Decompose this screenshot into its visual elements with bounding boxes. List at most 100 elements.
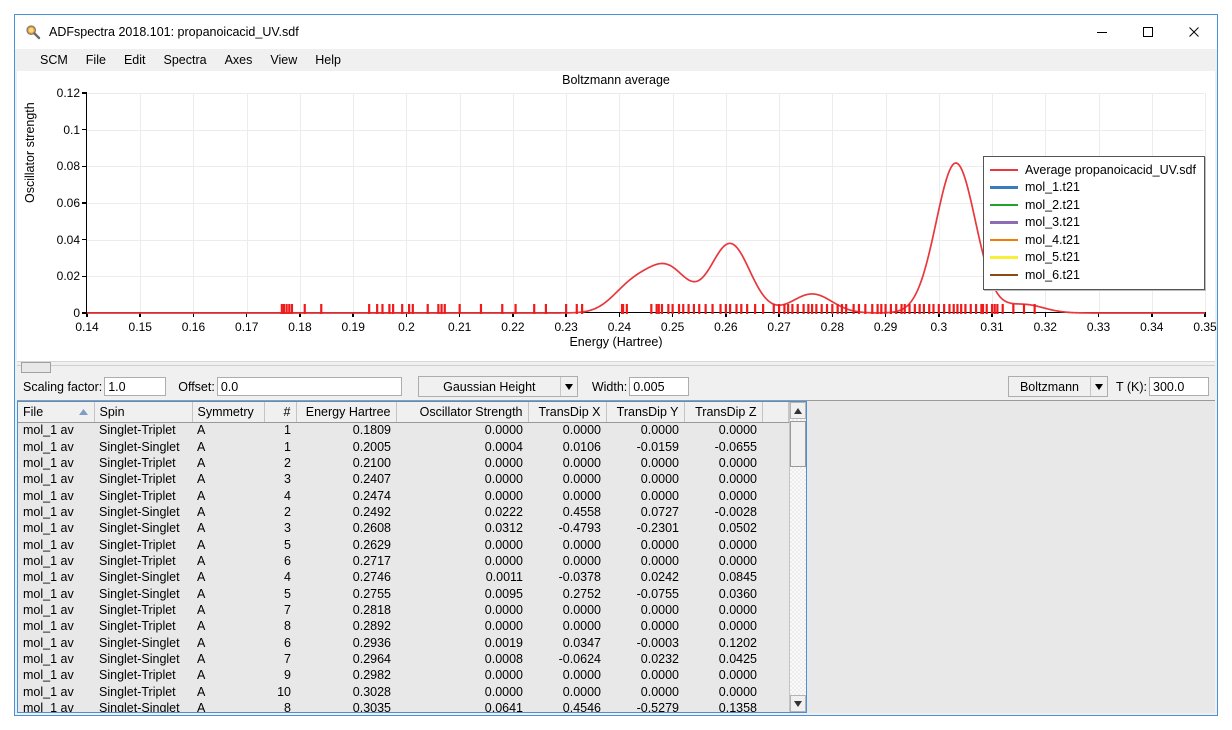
column-header-symmetry[interactable]: Symmetry [192,402,265,423]
column-header-[interactable]: # [264,402,297,423]
scrollbar-thumb[interactable] [21,362,51,373]
table-row[interactable]: mol_1 av Singlet-Singlet A 1 0.2005 0.0004 0.0… [18,438,789,455]
column-header-spin[interactable]: Spin [94,402,193,423]
y-tick-label: 0.04 [56,232,80,247]
table-row[interactable]: mol_1 av Singlet-Singlet A 3 0.2608 0.0312 -0.… [18,520,789,537]
table-cell-filler [762,585,789,602]
table-row[interactable]: mol_1 av Singlet-Triplet A 6 0.2717 0.0000 0.0… [18,552,789,570]
averaging-combobox[interactable]: Boltzmann [1007,376,1108,397]
x-tick-label: 0.27 [767,320,791,334]
table-cell: 0.0502 [684,520,762,537]
table-row[interactable]: mol_1 av Singlet-Triplet A 5 0.2629 0.0000 0.0… [18,536,789,553]
table-cell: 0.0000 [684,471,762,488]
table-cell: Singlet-Triplet [94,454,192,472]
column-header-transdip-y[interactable]: TransDip Y [606,402,685,423]
table-row[interactable]: mol_1 av Singlet-Triplet A 7 0.2818 0.0000 0.0… [18,601,789,619]
menu-item-edit[interactable]: Edit [115,51,155,69]
scaling-factor-input[interactable] [104,377,167,396]
table-row[interactable]: mol_1 av Singlet-Singlet A 2 0.2492 0.0222 0.4… [18,503,789,521]
table-cell: mol_1 av [18,438,94,455]
column-header-label: Spin [99,404,125,419]
scrollbar-track[interactable] [790,419,806,695]
table-cell: 7 [264,601,296,619]
table-cell: 0.0095 [396,585,528,602]
x-tick-label: 0.14 [75,320,99,334]
legend-label: mol_6.t21 [1025,267,1080,282]
table-row[interactable]: mol_1 av Singlet-Triplet A 2 0.2100 0.0000 0.0… [18,454,789,472]
table-row[interactable]: mol_1 av Singlet-Triplet A 9 0.2982 0.0000 0.0… [18,667,789,684]
table-cell: mol_1 av [18,699,94,712]
x-tick-label: 0.24 [607,320,632,334]
column-header-oscillator-strength[interactable]: Oscillator Strength [396,402,529,423]
legend-item-5[interactable]: mol_5.t21 [990,249,1198,267]
horizontal-scrollbar[interactable] [17,361,1215,373]
scrollbar-track[interactable] [17,365,1215,371]
menu-item-axes[interactable]: Axes [216,51,262,69]
minimize-button[interactable] [1079,15,1125,49]
peak-shape-combobox[interactable]: Gaussian Height [417,376,578,397]
table-cell: mol_1 av [18,650,94,668]
table-cell: 0.2608 [296,520,396,537]
table-cell: A [192,667,264,684]
legend-item-6[interactable]: mol_6.t21 [990,266,1198,284]
table-cell: 0.0019 [396,634,528,651]
legend-item-3[interactable]: mol_3.t21 [990,214,1198,232]
menu-item-view[interactable]: View [261,51,306,69]
table-cell: A [192,683,264,700]
table-row[interactable]: mol_1 av Singlet-Triplet A 10 0.3028 0.0000 0.… [18,683,789,700]
x-tick-label: 0.17 [235,320,259,334]
column-header-transdip-z[interactable]: TransDip Z [684,402,763,423]
table-row[interactable]: mol_1 av Singlet-Triplet A 8 0.2892 0.0000 0.0… [18,618,789,635]
table-vertical-scrollbar[interactable] [789,402,806,712]
column-header-energy-hartree[interactable]: Energy Hartree [296,402,397,423]
menu-item-scm[interactable]: SCM [31,51,77,69]
table-cell: 6 [264,552,296,570]
table-cell: A [192,569,264,586]
scroll-up-button[interactable] [790,402,806,419]
table-cell: -0.4793 [528,520,606,537]
table-row[interactable]: mol_1 av Singlet-Singlet A 7 0.2964 0.0008 -0.… [18,650,789,668]
chevron-down-icon[interactable] [559,377,577,396]
table-viewport[interactable]: File Spin Symmetry # Energy Hartree Oscillato… [18,402,789,712]
table-row[interactable]: mol_1 av Singlet-Singlet A 5 0.2755 0.0095 0.2… [18,585,789,602]
scroll-down-button[interactable] [790,695,806,712]
table-row[interactable]: mol_1 av Singlet-Triplet A 3 0.2407 0.0000 0.0… [18,471,789,488]
table-cell: Singlet-Singlet [94,699,192,712]
table-cell: 0.0106 [528,438,606,455]
table-body: mol_1 av Singlet-Triplet A 1 0.1809 0.0000 0.0… [18,422,789,712]
chart-legend[interactable]: Average propanoicacid_UV.sdf mol_1.t21 mol… [983,156,1205,290]
table-cell: -0.0159 [606,438,684,455]
column-header-file[interactable]: File [18,402,95,423]
temperature-input[interactable] [1149,377,1209,396]
y-tick-label: 0.1 [63,122,80,137]
menu-item-file[interactable]: File [77,51,115,69]
offset-input[interactable] [216,377,402,396]
table-cell: 0.2746 [296,569,396,586]
table-row[interactable]: mol_1 av Singlet-Triplet A 4 0.2474 0.0000 0.0… [18,487,789,504]
close-button[interactable] [1171,15,1217,49]
legend-item-1[interactable]: mol_1.t21 [990,179,1198,197]
table-row[interactable]: mol_1 av Singlet-Singlet A 6 0.2936 0.0019 0.0… [18,634,789,651]
table-cell: A [192,503,264,521]
table-row[interactable]: mol_1 av Singlet-Triplet A 1 0.1809 0.0000 0.0… [18,422,789,439]
width-input[interactable] [629,377,690,396]
menu-item-help[interactable]: Help [306,51,350,69]
table-cell: A [192,487,264,504]
table-cell: 0.0000 [684,601,762,619]
column-header-transdip-x[interactable]: TransDip X [528,402,607,423]
legend-item-4[interactable]: mol_4.t21 [990,231,1198,249]
y-tick-label: 0 [73,306,80,320]
scrollbar-thumb[interactable] [790,421,806,467]
legend-item-0[interactable]: Average propanoicacid_UV.sdf [990,161,1198,179]
scaling-factor-label: Scaling factor: [23,379,103,394]
table-row[interactable]: mol_1 av Singlet-Singlet A 4 0.2746 0.0011 -0.… [18,569,789,586]
table-row[interactable]: mol_1 av Singlet-Singlet A 8 0.3035 0.0641 0.4… [18,699,789,712]
table-cell: A [192,699,264,712]
legend-item-2[interactable]: mol_2.t21 [990,196,1198,214]
table-cell: 0.0000 [606,618,684,635]
menu-item-spectra[interactable]: Spectra [154,51,215,69]
chevron-down-icon[interactable] [1089,377,1107,396]
table-cell: 0.0000 [606,536,684,553]
table-cell: Singlet-Singlet [94,520,192,537]
maximize-button[interactable] [1125,15,1171,49]
